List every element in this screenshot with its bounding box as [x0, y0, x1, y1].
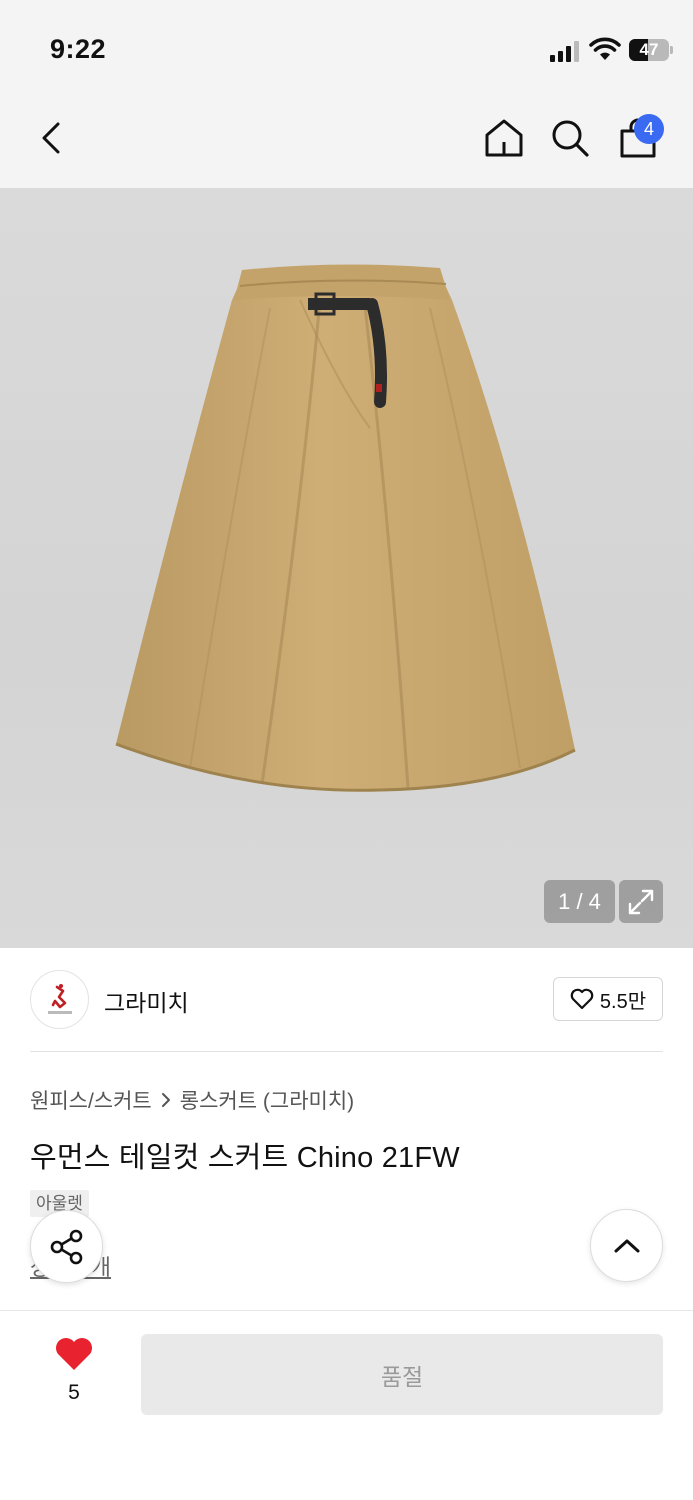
wishlist-count: 5: [68, 1381, 80, 1404]
wifi-icon: [589, 37, 621, 60]
breadcrumb: 원피스/스커트 롱스커트 (그라미치): [30, 1085, 354, 1115]
cart-count-badge: 4: [634, 114, 664, 144]
product-image: [115, 264, 576, 792]
expand-icon: [628, 889, 654, 914]
battery-icon: 47: [629, 39, 669, 61]
home-icon: [485, 119, 523, 157]
nav-bar: [0, 92, 693, 188]
share-button[interactable]: [30, 1210, 103, 1283]
wishlist-button[interactable]: [44, 1336, 104, 1377]
home-button[interactable]: [480, 114, 528, 162]
image-pager: 1 / 4: [544, 880, 615, 923]
breadcrumb-subcategory[interactable]: 롱스커트 (그라미치): [180, 1085, 354, 1115]
search-button[interactable]: [546, 114, 594, 162]
heart-filled-icon: [56, 1338, 92, 1370]
chevron-up-icon: [614, 1239, 639, 1252]
brand-like-button[interactable]: 5.5만: [553, 977, 663, 1021]
scroll-to-top-button[interactable]: [590, 1209, 663, 1282]
status-time: 9:22: [50, 34, 107, 64]
product-image-gallery[interactable]: 1 / 4: [0, 188, 693, 948]
battery-percent: 47: [639, 40, 659, 59]
brand-name[interactable]: 그라미치: [104, 984, 189, 1018]
battery-tip: [670, 46, 673, 54]
heart-outline-icon: [570, 988, 594, 1010]
expand-image-button[interactable]: [619, 880, 663, 923]
product-title: 우먼스 테일컷 스커트 Chino 21FW: [30, 1142, 460, 1174]
bottom-bar-divider: [0, 1310, 693, 1311]
share-icon: [50, 1229, 82, 1264]
divider: [30, 1051, 663, 1052]
status-bar: 9:22 47: [0, 0, 693, 92]
brand-logo[interactable]: [30, 970, 89, 1029]
search-icon: [552, 120, 589, 157]
back-button[interactable]: [28, 114, 76, 162]
back-chevron-icon: [42, 122, 60, 154]
brand-like-count: 5.5만: [599, 990, 647, 1013]
cellular-signal-icon: [550, 40, 580, 62]
chevron-right-icon: [161, 1093, 170, 1107]
soldout-button[interactable]: 품절: [141, 1334, 663, 1415]
brand-logo-icon: [47, 983, 72, 1014]
breadcrumb-category[interactable]: 원피스/스커트: [30, 1085, 152, 1115]
